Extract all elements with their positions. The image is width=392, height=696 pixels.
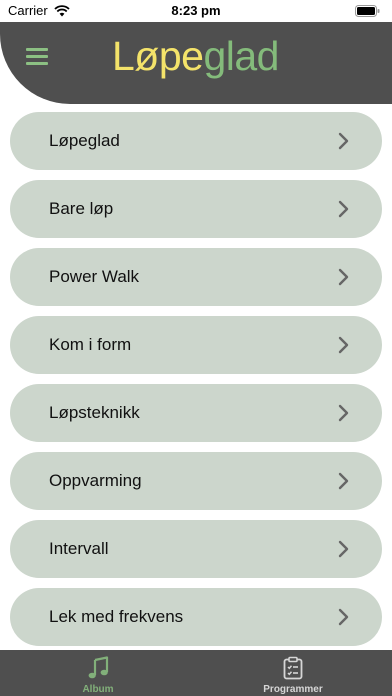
chevron-right-icon xyxy=(338,404,349,422)
tab-album[interactable]: Album xyxy=(38,650,158,696)
chevron-right-icon xyxy=(338,540,349,558)
chevron-right-icon xyxy=(338,336,349,354)
app-title: Løpeglad xyxy=(112,33,279,79)
status-bar: Carrier 8:23 pm xyxy=(0,0,392,22)
list-item-label: Løpsteknikk xyxy=(49,403,140,422)
chevron-right-icon xyxy=(338,268,349,286)
list-item-kom-i-form[interactable]: Kom i form xyxy=(10,316,382,374)
list-item-label: Løpeglad xyxy=(49,131,120,150)
list-item-label: Oppvarming xyxy=(49,471,142,490)
clipboard-list-icon xyxy=(283,656,303,680)
list-item-lopsteknikk[interactable]: Løpsteknikk xyxy=(10,384,382,442)
tab-bar: Album Programmer xyxy=(0,650,392,696)
list-item-intervall[interactable]: Intervall xyxy=(10,520,382,578)
list-item-label: Lek med frekvens xyxy=(49,607,184,626)
list-item-bare-lop[interactable]: Bare løp xyxy=(10,180,382,238)
album-list: Løpeglad Bare løp Power Walk Kom i form … xyxy=(10,112,382,656)
chevron-right-icon xyxy=(338,472,349,490)
list-item-label: Intervall xyxy=(49,539,109,558)
list-item-lek-med-frekvens[interactable]: Lek med frekvens xyxy=(10,588,382,646)
tab-album-label: Album xyxy=(82,684,114,695)
list-item-label: Power Walk xyxy=(49,267,140,286)
tab-programmer[interactable]: Programmer xyxy=(233,650,353,696)
list-item-label: Kom i form xyxy=(49,335,132,354)
app-header: Løpeglad xyxy=(0,22,392,104)
app-title-part1: Løpe xyxy=(112,33,204,79)
battery-icon xyxy=(355,5,380,17)
status-time: 8:23 pm xyxy=(171,3,221,18)
list-item-power-walk[interactable]: Power Walk xyxy=(10,248,382,306)
chevron-right-icon xyxy=(338,608,349,626)
chevron-right-icon xyxy=(338,132,349,150)
chevron-right-icon xyxy=(338,200,349,218)
tab-programmer-label: Programmer xyxy=(263,684,323,695)
list-item-lopeglad[interactable]: Løpeglad xyxy=(10,112,382,170)
hamburger-menu-icon[interactable] xyxy=(26,46,50,65)
music-note-icon xyxy=(88,656,109,679)
list-item-oppvarming[interactable]: Oppvarming xyxy=(10,452,382,510)
list-item-label: Bare løp xyxy=(49,199,114,218)
app-title-part2: glad xyxy=(203,33,279,79)
